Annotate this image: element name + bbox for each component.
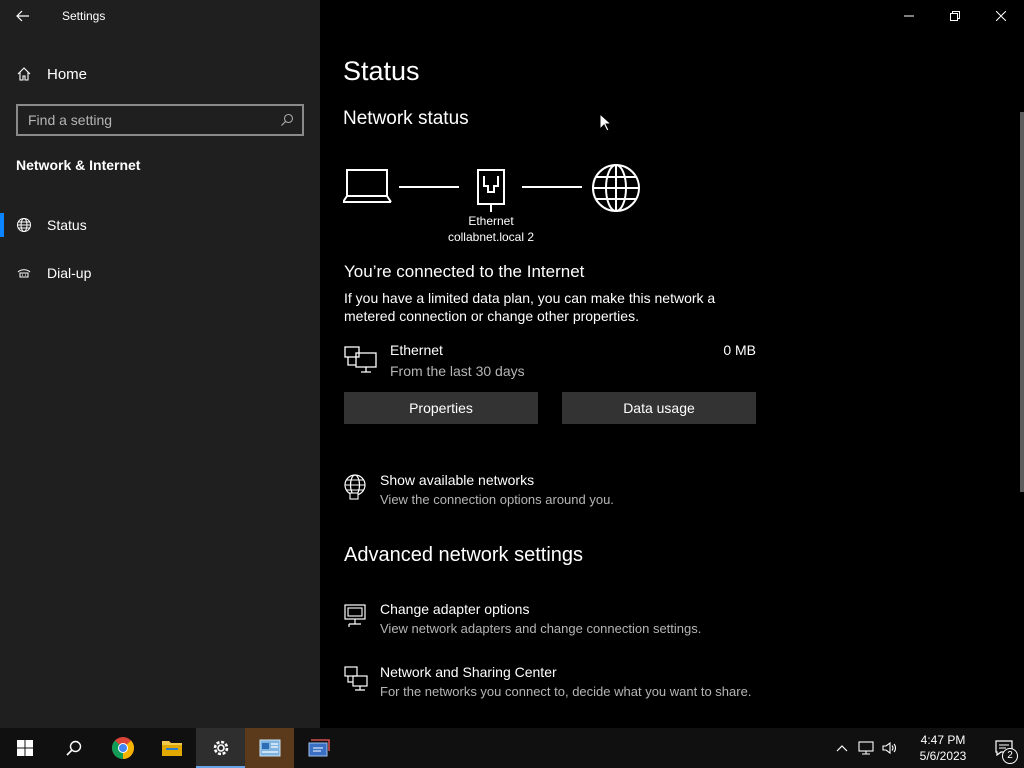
search-icon	[65, 740, 81, 756]
sharing-center-icon	[344, 666, 368, 691]
start-button[interactable]	[0, 728, 49, 768]
ethernet-name: Ethernet	[390, 342, 443, 358]
restore-icon	[950, 11, 960, 21]
show-networks-title: Show available networks	[380, 472, 535, 488]
network-adapter-icon	[344, 604, 366, 627]
scrollbar[interactable]	[1020, 112, 1024, 492]
change-adapter-link[interactable]: Change adapter options View network adap…	[344, 601, 844, 641]
search-icon[interactable]	[280, 113, 294, 127]
minimize-icon	[904, 15, 914, 17]
file-explorer-taskbar-button[interactable]	[147, 728, 196, 768]
sharing-center-link[interactable]: Network and Sharing Center For the netwo…	[344, 664, 844, 704]
windows-logo-icon	[16, 740, 33, 756]
home-icon	[17, 67, 31, 81]
search-box[interactable]	[16, 104, 304, 136]
network-tool-icon	[308, 739, 330, 757]
settings-sidebar: Settings Home Network & Internet Status …	[0, 0, 320, 728]
mouse-cursor-icon	[599, 113, 611, 132]
network-tray-button[interactable]	[854, 728, 878, 768]
main-content: Status Network status Ethernet collabnet…	[320, 0, 1024, 728]
connected-description: If you have a limited data plan, you can…	[344, 290, 716, 324]
search-input[interactable]	[28, 112, 280, 128]
connected-heading: You’re connected to the Internet	[344, 262, 585, 281]
ethernet-port-icon	[477, 169, 505, 212]
sidebar-item-status[interactable]: Status	[0, 205, 320, 245]
ethernet-period: From the last 30 days	[390, 363, 525, 379]
restore-button[interactable]	[932, 0, 978, 32]
sharing-center-subtitle: For the networks you connect to, decide …	[380, 684, 752, 699]
network-name: collabnet.local 2	[447, 230, 535, 244]
section-title: Network & Internet	[16, 157, 141, 173]
internet-globe-icon	[592, 164, 640, 212]
chrome-icon	[111, 737, 134, 759]
ethernet-usage-row: Ethernet From the last 30 days 0 MB	[344, 342, 756, 382]
dialup-icon	[17, 269, 31, 278]
globe-icon	[17, 218, 31, 232]
network-status-heading: Network status	[343, 108, 469, 129]
properties-button[interactable]: Properties	[344, 392, 538, 424]
app-taskbar-button[interactable]	[245, 728, 294, 768]
show-networks-subtitle: View the connection options around you.	[380, 492, 614, 507]
taskbar: 4:47 PM 5/6/2023 2	[0, 728, 1024, 768]
show-networks-link[interactable]: Show available networks View the connect…	[344, 472, 844, 512]
clock-time: 4:47 PM	[920, 733, 966, 747]
ethernet-adapter-icon	[344, 346, 377, 373]
system-tray: 4:47 PM 5/6/2023 2	[830, 728, 1024, 768]
window-title: Settings	[62, 9, 106, 23]
clock[interactable]: 4:47 PM 5/6/2023	[910, 732, 976, 764]
chevron-up-icon	[836, 745, 848, 752]
globe-network-icon	[344, 474, 366, 500]
data-usage-value: 0 MB	[723, 342, 756, 358]
home-label: Home	[47, 65, 88, 83]
close-icon	[996, 11, 1006, 21]
sidebar-item-label: Status	[47, 217, 87, 233]
network-tray-icon	[858, 741, 874, 755]
back-button[interactable]	[0, 0, 46, 32]
volume-icon	[882, 741, 897, 755]
gear-icon	[213, 740, 228, 756]
page-title: Status	[343, 56, 420, 86]
data-usage-button[interactable]: Data usage	[562, 392, 756, 424]
app-window-icon	[259, 739, 280, 757]
back-arrow-icon	[16, 10, 29, 22]
laptop-icon	[343, 169, 392, 203]
close-button[interactable]	[978, 0, 1024, 32]
notification-badge: 2	[1002, 748, 1018, 764]
clock-date: 5/6/2023	[919, 749, 967, 763]
change-adapter-title: Change adapter options	[380, 601, 530, 617]
sidebar-item-dialup[interactable]: Dial-up	[0, 253, 320, 293]
sidebar-home[interactable]: Home	[0, 56, 320, 92]
network-tool-taskbar-button[interactable]	[294, 728, 343, 768]
adapter-name: Ethernet	[468, 214, 514, 228]
sharing-center-title: Network and Sharing Center	[380, 664, 557, 680]
sidebar-item-label: Dial-up	[47, 265, 92, 281]
title-bar: Settings	[0, 0, 320, 32]
minimize-button[interactable]	[886, 0, 932, 32]
volume-tray-button[interactable]	[878, 728, 902, 768]
search-taskbar-button[interactable]	[49, 728, 98, 768]
folder-icon	[161, 741, 182, 756]
show-hidden-icons-button[interactable]	[830, 728, 854, 768]
change-adapter-subtitle: View network adapters and change connect…	[380, 621, 702, 636]
settings-taskbar-button[interactable]	[196, 728, 245, 768]
advanced-settings-heading: Advanced network settings	[344, 544, 584, 566]
adapter-label: Ethernet collabnet.local 2	[436, 213, 546, 245]
chrome-taskbar-button[interactable]	[98, 728, 147, 768]
action-center-button[interactable]: 2	[984, 728, 1024, 768]
